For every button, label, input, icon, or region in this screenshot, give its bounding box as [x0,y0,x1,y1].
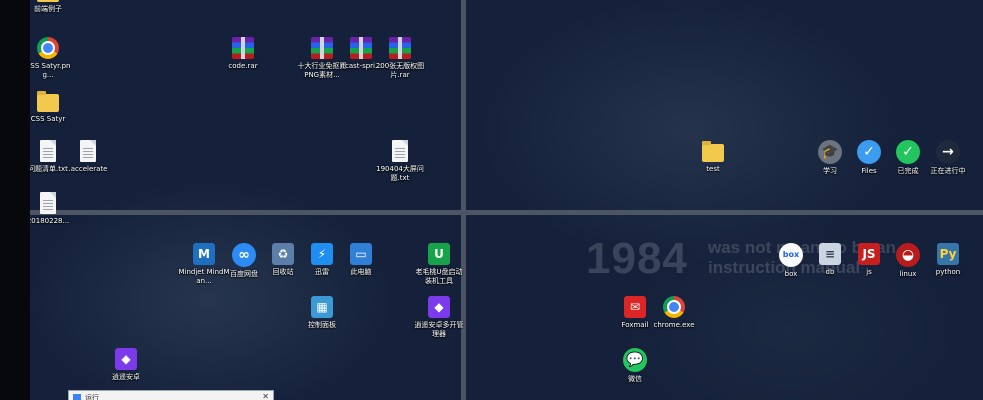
desktop-icon-test[interactable]: test [687,140,739,174]
desktop-icon-weixin[interactable]: 💬 微信 [609,348,661,384]
desktop-icon-label: CSS Satyr.png... [30,62,71,79]
python-icon: Py [937,243,959,265]
mindmanager-icon: M [193,243,215,265]
redhat-icon: ◒ [896,243,920,267]
file-icon [80,140,96,162]
desktop-icon-label: 190404大屏问题.txt [376,165,424,182]
recycle-bin-icon: ♻ [272,243,294,265]
box-icon: box [779,243,803,267]
chrome-icon [37,37,59,59]
clock-icon: ✓ [857,140,881,164]
desktop-icon-label: 前端例子 [34,5,62,13]
wallpaper-year-text: 1984 [586,234,688,283]
graduation-cap-icon: 🎓 [818,140,842,164]
desktop-icon-label: 正在进行中 [930,167,966,175]
rar-archive-icon [232,37,254,59]
file-icon [40,192,56,214]
control-panel-icon: ▦ [311,296,333,318]
desktop-icon-label: code.rar [228,62,258,70]
desktop-icon-label: 逍遥安卓多开管理器 [414,321,464,338]
desktop-icon-chromeexe[interactable]: chrome.exe [648,296,700,330]
desktop-icon-controlpanel[interactable]: ▦ 控制面板 [296,296,348,330]
desktop-icon-xiaoyao-multi[interactable]: ◆ 逍遥安卓多开管理器 [413,296,465,339]
desktop-icon-xiaoyao[interactable]: ◆ 逍遥安卓 [100,348,152,382]
desktop-icon-label: chrome.exe [653,321,695,329]
desktop-icon-label: 此电脑 [350,268,372,276]
desktop-icon-label: .accelerate [68,165,108,173]
xiaoyao-icon: ◆ [428,296,450,318]
desktop-icon-label: 20180228... [30,217,70,225]
thunder-icon: ⚡ [311,243,333,265]
horizontal-divider [30,210,983,215]
folder-icon [37,91,59,112]
desktop-icon-label: python [935,268,961,276]
baidu-netdisk-icon: ∞ [232,243,256,267]
desktop[interactable]: 1984 was not meant to be an instruction … [30,0,983,400]
usb-tool-icon: U [428,243,450,265]
rar-archive-icon [389,37,411,59]
vertical-divider [461,0,466,400]
close-icon[interactable]: ✕ [262,392,269,400]
desktop-icon-accelerate[interactable]: .accelerate [62,140,114,174]
folder-icon [37,0,59,2]
desktop-icon-code-rar[interactable]: code.rar [217,37,269,71]
desktop-icon-d190404[interactable]: 190404大屏问题.txt [374,140,426,183]
desktop-icon-thispc[interactable]: ▭ 此电脑 [335,243,387,277]
desktop-icon-label: test [706,165,720,173]
run-dialog-title: 运行 [85,394,99,400]
run-dialog-window[interactable]: 运行 ✕ [68,390,274,400]
desktop-icon-f2018[interactable]: 20180228... [30,192,74,226]
desktop-icon-css-satyr[interactable]: CSS Satyr [30,90,74,124]
desktop-icon-css-satyr-png[interactable]: CSS Satyr.png... [30,37,74,80]
desktop-icon-label: 逍遥安卓 [112,373,140,381]
text-file-icon [40,140,56,162]
rar-archive-icon [350,37,372,59]
desktop-icon-label: CSS Satyr [30,115,66,123]
rar-archive-icon [311,37,333,59]
desktop-icon-label: 控制面板 [308,321,336,329]
run-dialog-icon [73,394,81,400]
desktop-icon-label: 微信 [628,375,642,383]
arrow-right-icon: → [936,140,960,164]
desktop-icon-label: 老毛桃U盘启动装机工具 [415,268,463,285]
wechat-icon: 💬 [623,348,647,372]
foxmail-icon: ✉ [624,296,646,318]
desktop-icon-label: 200张无版权图片.rar [375,62,425,79]
desktop-icon-s200[interactable]: 200张无版权图片.rar [374,37,426,80]
computer-icon: ▭ [350,243,372,265]
javascript-icon: JS [858,243,880,265]
left-dark-strip [0,0,30,400]
desktop-icon-laomaotao[interactable]: U 老毛桃U盘启动装机工具 [413,243,465,286]
text-file-icon [392,140,408,162]
check-icon: ✓ [896,140,920,164]
chrome-icon [663,296,685,318]
desktop-icon-python[interactable]: Py python [922,243,974,277]
desktop-icon-inprog[interactable]: → 正在进行中 [922,140,974,176]
xiaoyao-icon: ◆ [115,348,137,370]
folder-icon [702,141,724,162]
database-icon: ≡ [819,243,841,265]
desktop-icon-qianyao[interactable]: 前端例子 [30,0,74,14]
